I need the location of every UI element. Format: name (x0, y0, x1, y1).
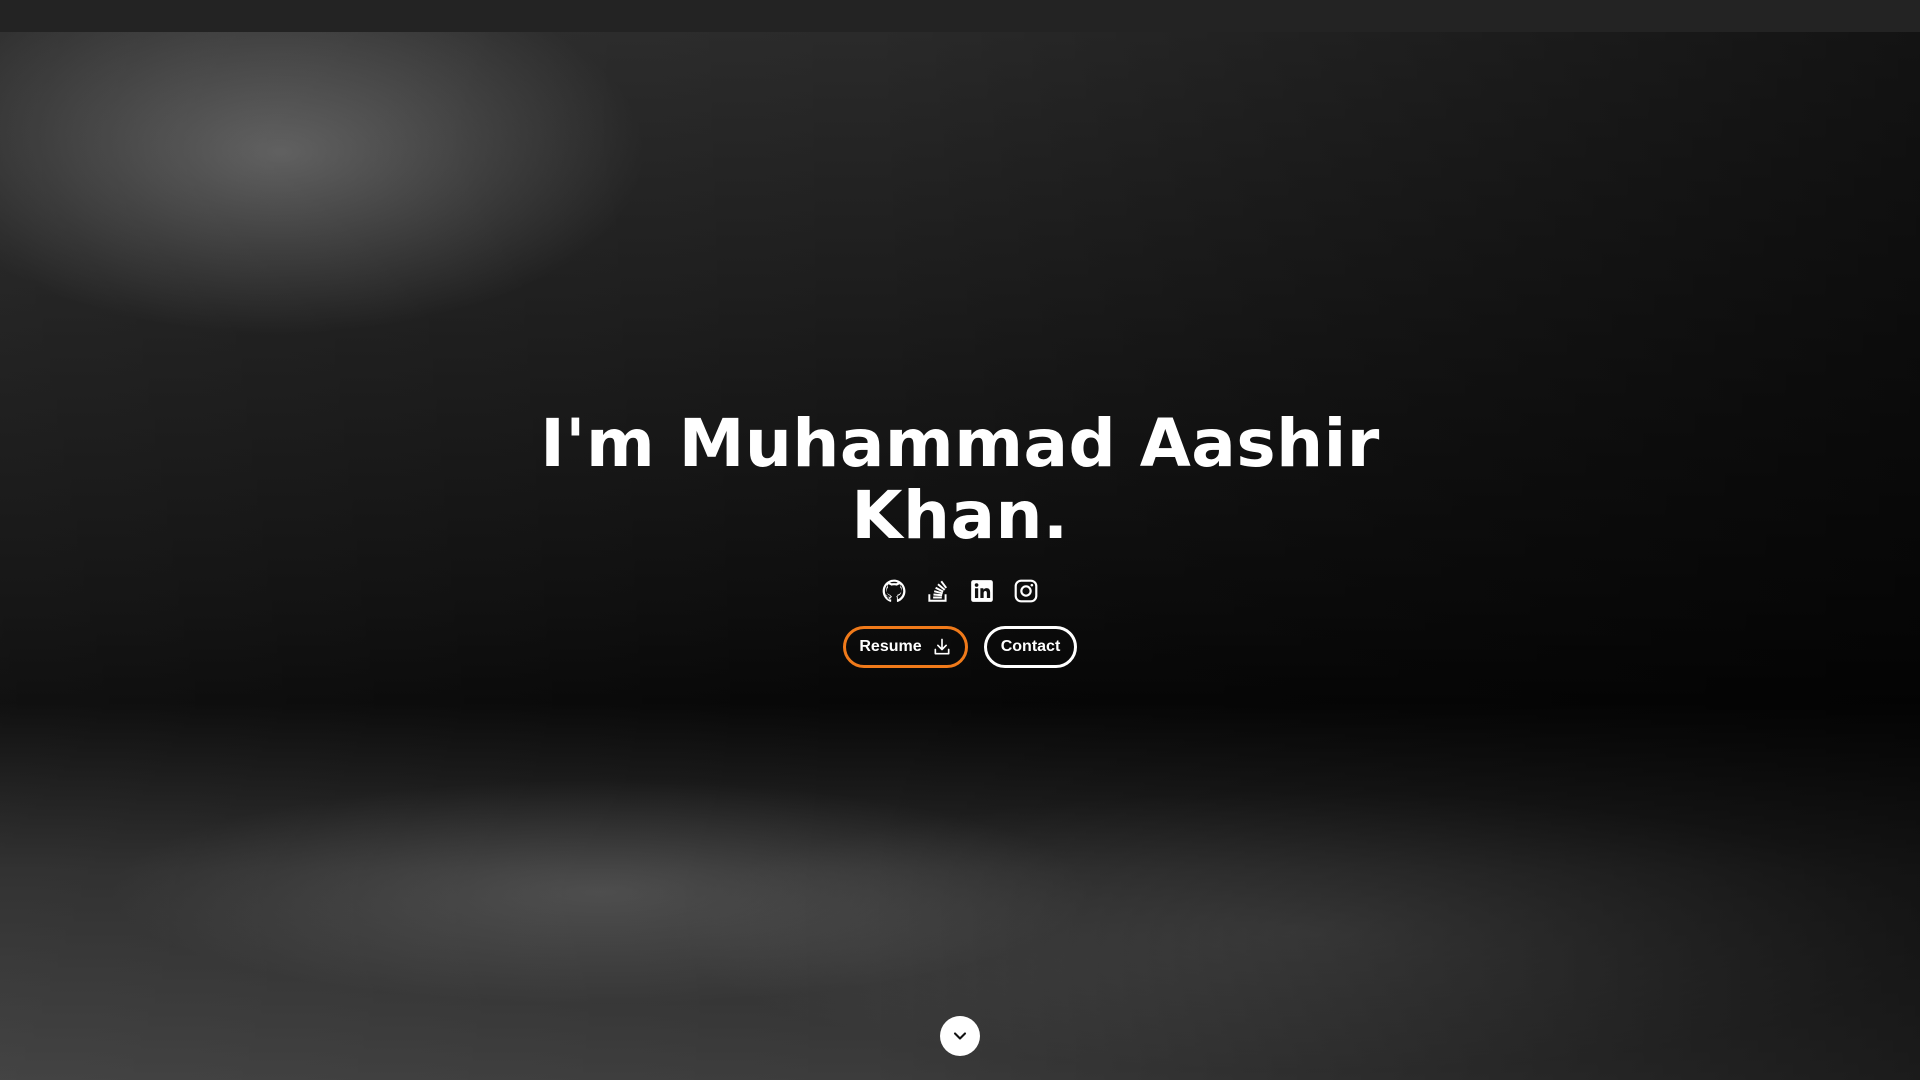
linkedin-link[interactable] (968, 577, 996, 605)
linkedin-icon (971, 580, 993, 602)
stackoverflow-link[interactable] (924, 577, 952, 605)
github-icon (882, 579, 906, 602)
page: I'm Muhammad Aashir Khan. Resume Contact (0, 0, 1920, 1080)
resume-button[interactable]: Resume (843, 626, 968, 668)
github-link[interactable] (880, 577, 908, 605)
instagram-icon (1014, 579, 1038, 603)
download-icon (934, 638, 950, 655)
social-links (880, 576, 1040, 606)
stackoverflow-icon (928, 580, 948, 602)
contact-button-label: Contact (1000, 638, 1061, 655)
scroll-down-button[interactable] (940, 1016, 980, 1056)
contact-button[interactable]: Contact (984, 626, 1077, 668)
instagram-link[interactable] (1012, 577, 1040, 605)
chevron-down-icon (953, 1032, 967, 1040)
hero-title: I'm Muhammad Aashir Khan. (540, 405, 1380, 554)
resume-button-label: Resume (859, 638, 922, 655)
hero-section: I'm Muhammad Aashir Khan. Resume Contact (0, 0, 1920, 1080)
